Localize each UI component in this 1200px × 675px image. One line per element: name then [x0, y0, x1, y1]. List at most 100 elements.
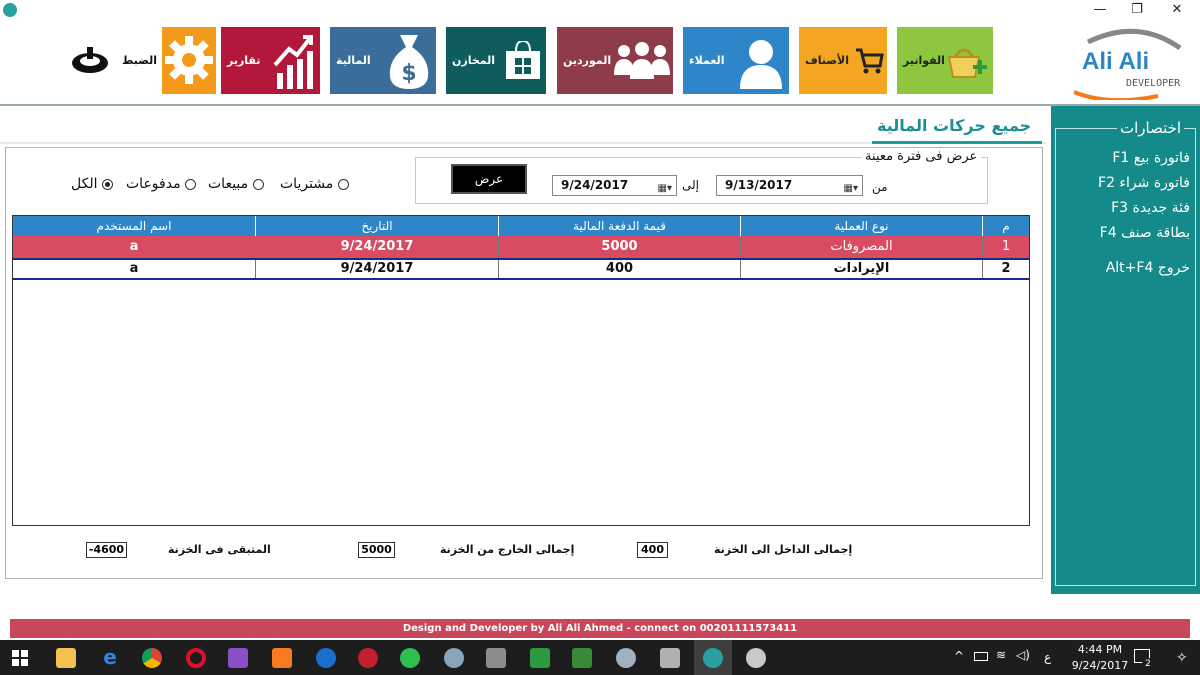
- group-icon: [614, 42, 670, 79]
- radio-circle: [185, 178, 197, 190]
- chrome-icon[interactable]: [142, 648, 162, 668]
- show-desktop-icon[interactable]: ✧: [1176, 650, 1188, 666]
- person-icon: [740, 40, 782, 89]
- cell-type: المصروفات: [741, 236, 983, 258]
- period-legend: عرض فى فترة معينة: [861, 149, 982, 164]
- whatsapp-icon[interactable]: [400, 648, 420, 668]
- radio-purchases[interactable]: مشتريات: [280, 176, 349, 192]
- windows-start-icon[interactable]: [12, 650, 28, 666]
- shortcut-item-card[interactable]: بطاقة صنف F4: [1100, 225, 1190, 241]
- tile-label: تقارير: [227, 54, 261, 67]
- title-underline: [872, 141, 1042, 144]
- radio-circle-selected: [101, 178, 113, 190]
- store-icon: [506, 41, 540, 79]
- cell-index: 1: [1001, 239, 1011, 254]
- to-date-picker[interactable]: 9/24/2017 ▦▾: [552, 175, 677, 196]
- column-header-index[interactable]: م: [983, 216, 1029, 236]
- radio-sales[interactable]: مبيعات: [208, 176, 264, 192]
- tile-stores[interactable]: المخازن: [446, 27, 546, 94]
- gear-app-icon[interactable]: [616, 648, 636, 668]
- volume-icon[interactable]: ◁): [1016, 648, 1030, 662]
- toolbar-separator: [0, 104, 1200, 106]
- power-icon[interactable]: [70, 45, 110, 75]
- tile-label: الفواتير: [903, 54, 945, 67]
- tile-customers[interactable]: العملاء: [683, 27, 789, 94]
- total-out-value: 5000: [358, 542, 395, 558]
- network-icon[interactable]: ≋: [996, 648, 1006, 662]
- radio-all[interactable]: الكل: [71, 176, 113, 192]
- table-row-selected[interactable]: a 9/24/2017 5000 المصروفات 1: [13, 236, 1029, 258]
- column-header-amount[interactable]: قيمة الدفعة المالية: [499, 216, 741, 236]
- remaining-value: -4600: [86, 542, 127, 558]
- active-app-highlight[interactable]: [694, 640, 732, 675]
- tile-label: المخازن: [452, 54, 496, 67]
- cell-type: الإيرادات: [741, 260, 983, 278]
- cell-user: a: [13, 236, 256, 258]
- shortcuts-panel: اختصارات فاتورة بيع F1 فاتورة شراء F2 فئ…: [1051, 106, 1200, 594]
- opera-icon[interactable]: [186, 648, 206, 668]
- tile-items[interactable]: الأصناف: [799, 27, 887, 94]
- edge-icon[interactable]: e: [100, 647, 120, 668]
- radio-label: مشتريات: [280, 176, 334, 192]
- calendar-dropdown-icon[interactable]: ▦▾: [658, 179, 672, 198]
- file-explorer-icon[interactable]: [56, 648, 76, 668]
- shortcuts-title: اختصارات: [1117, 119, 1185, 137]
- from-date-picker[interactable]: 9/13/2017 ▦▾: [716, 175, 863, 196]
- input-language[interactable]: ع: [1044, 650, 1051, 664]
- tile-label: العملاء: [689, 54, 725, 67]
- transactions-grid[interactable]: اسم المستخدم التاريخ قيمة الدفعة المالية…: [12, 215, 1030, 526]
- cart-icon: [856, 48, 884, 74]
- shortcut-purchase-invoice[interactable]: فاتورة شراء F2: [1098, 175, 1190, 191]
- date-value: 9/13/2017: [725, 178, 793, 192]
- date-value: 9/24/2017: [561, 178, 629, 192]
- cell-user: a: [13, 260, 256, 278]
- radio-label: مدفوعات: [126, 176, 181, 192]
- radio-payments[interactable]: مدفوعات: [126, 176, 197, 192]
- radio-label: الكل: [71, 176, 98, 192]
- tile-label: الأصناف: [805, 54, 849, 67]
- tools-icon[interactable]: [486, 648, 506, 668]
- hardware-icon[interactable]: [572, 648, 592, 668]
- radio-label: مبيعات: [208, 176, 249, 192]
- visual-studio-icon[interactable]: [228, 648, 248, 668]
- gear-icon: [165, 36, 213, 84]
- tile-finance[interactable]: المالية $: [330, 27, 436, 94]
- battery-icon[interactable]: [974, 652, 988, 661]
- paint-icon[interactable]: [746, 648, 766, 668]
- show-button[interactable]: عرض: [451, 164, 527, 194]
- svg-text:$: $: [401, 61, 416, 86]
- tile-label: الموردين: [563, 54, 612, 67]
- column-header-user[interactable]: اسم المستخدم: [13, 216, 256, 236]
- cell-amount: 400: [499, 260, 741, 278]
- tray-chevron-icon[interactable]: ^: [954, 649, 964, 663]
- cell-date: 9/24/2017: [256, 260, 499, 278]
- notification-count: 2: [1142, 658, 1154, 670]
- close-button[interactable]: ✕: [1154, 0, 1200, 22]
- clock-time[interactable]: 4:44 PM: [1070, 643, 1130, 656]
- column-header-type[interactable]: نوع العملية: [741, 216, 983, 236]
- tile-reports[interactable]: تقارير: [221, 27, 320, 94]
- database-icon[interactable]: [660, 648, 680, 668]
- shortcut-exit[interactable]: خروج Alt+F4: [1106, 260, 1190, 276]
- column-header-date[interactable]: التاريخ: [256, 216, 499, 236]
- calendar-dropdown-icon[interactable]: ▦▾: [844, 179, 858, 198]
- table-row[interactable]: a 9/24/2017 400 الإيرادات 2: [13, 258, 1029, 280]
- brand-logo: Ali Ali DEVELOPER: [1068, 26, 1198, 100]
- download-app-icon[interactable]: [358, 648, 378, 668]
- money-bag-icon: $: [389, 35, 429, 89]
- title-bar: — ❐ ✕: [0, 0, 1200, 22]
- settings-app-icon[interactable]: [444, 648, 464, 668]
- shortcut-new-category[interactable]: فئة جديدة F3: [1111, 200, 1190, 216]
- camtasia-icon[interactable]: [530, 648, 550, 668]
- clock-date[interactable]: 9/24/2017: [1066, 659, 1134, 672]
- tile-settings[interactable]: [162, 27, 216, 94]
- xampp-icon[interactable]: [272, 648, 292, 668]
- cell-index: 2: [1001, 261, 1011, 276]
- remaining-label: المتبقى فى الخزنة: [168, 543, 271, 556]
- tile-suppliers[interactable]: الموردين: [557, 27, 673, 94]
- teamviewer-icon[interactable]: [316, 648, 336, 668]
- tile-invoices[interactable]: الفواتير: [897, 27, 993, 94]
- shortcut-sale-invoice[interactable]: فاتورة بيع F1: [1112, 150, 1190, 166]
- to-label: إلى: [682, 178, 699, 192]
- radio-circle: [252, 178, 264, 190]
